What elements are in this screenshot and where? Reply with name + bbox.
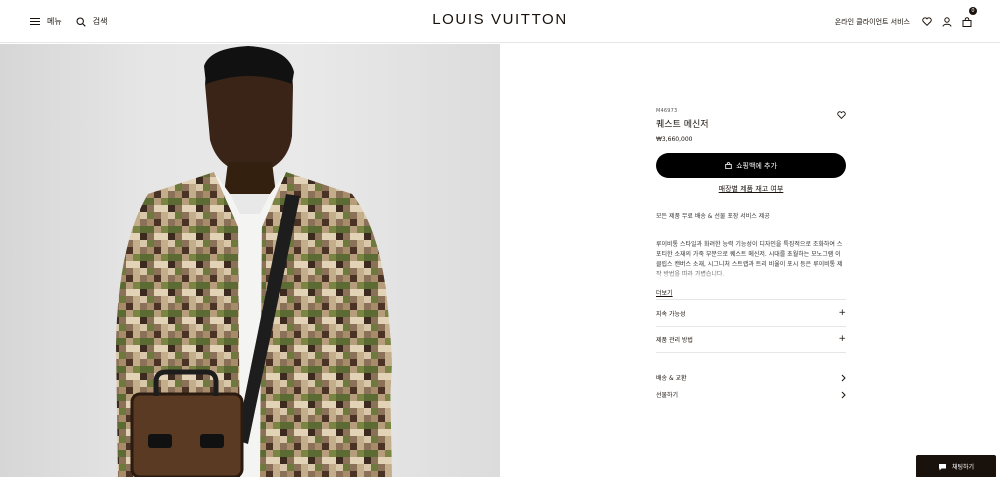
product-info-panel: M46973 퀘스트 메신저 ₩3,660,000 쇼핑백에 추가 매장별 제품… bbox=[656, 108, 846, 403]
client-service-link[interactable]: 온라인 클라이언트 서비스 bbox=[835, 17, 910, 27]
add-to-cart-button[interactable]: 쇼핑백에 추가 bbox=[656, 153, 846, 178]
account-icon[interactable] bbox=[942, 16, 952, 27]
site-header: 메뉴 검색 LOUIS VUITTON 온라인 클라이언트 서비스 0 bbox=[0, 0, 1000, 43]
logo-text[interactable]: LOUIS VUITTON bbox=[432, 11, 568, 28]
link-gifting[interactable]: 선물하기 bbox=[656, 386, 846, 403]
product-title: 퀘스트 메신저 bbox=[656, 120, 709, 130]
chevron-right-icon bbox=[841, 391, 846, 398]
accordion-care[interactable]: 제품 관리 방법 + bbox=[656, 326, 846, 353]
chat-icon bbox=[938, 463, 946, 470]
chat-button[interactable]: 채팅하기 bbox=[916, 455, 996, 477]
product-description: 루이비통 스타일과 화려한 능력 기능성이 디자인을 특징적으로 조화하여 스포… bbox=[656, 240, 846, 280]
plus-icon: + bbox=[838, 307, 846, 318]
read-more-link[interactable]: 더보기 bbox=[656, 288, 673, 297]
cart-button[interactable]: 0 bbox=[962, 7, 977, 31]
chat-label: 채팅하기 bbox=[951, 464, 975, 471]
accordion-sustainability[interactable]: 지속 가능성 + bbox=[656, 299, 846, 326]
add-to-cart-label: 쇼핑백에 추가 bbox=[736, 161, 777, 170]
product-wishlist-icon[interactable] bbox=[837, 111, 846, 119]
accordion-label: 지속 가능성 bbox=[656, 310, 686, 318]
model-illustration bbox=[116, 46, 392, 477]
store-availability-link[interactable]: 매장별 제품 재고 여부 bbox=[656, 184, 846, 194]
product-hero-image[interactable] bbox=[0, 44, 500, 477]
link-delivery-returns[interactable]: 배송 & 교환 bbox=[656, 369, 846, 386]
wishlist-icon[interactable] bbox=[922, 17, 932, 26]
service-links: 배송 & 교환 선물하기 bbox=[656, 369, 846, 403]
plus-icon: + bbox=[838, 334, 846, 344]
accordion-label: 제품 관리 방법 bbox=[656, 337, 693, 344]
bag-icon bbox=[725, 162, 732, 169]
product-sku: M46973 bbox=[656, 108, 678, 114]
bag-icon bbox=[962, 17, 972, 27]
cart-count-badge: 0 bbox=[969, 7, 977, 15]
link-label: 배송 & 교환 bbox=[656, 375, 687, 382]
link-label: 선물하기 bbox=[656, 392, 679, 399]
chevron-right-icon bbox=[841, 374, 846, 381]
shipping-note: 모든 제품 무료 배송 & 선물 포장 서비스 제공 bbox=[656, 213, 770, 220]
product-price: ₩3,660,000 bbox=[656, 136, 693, 143]
header-right: 온라인 클라이언트 서비스 0 bbox=[835, 0, 977, 43]
